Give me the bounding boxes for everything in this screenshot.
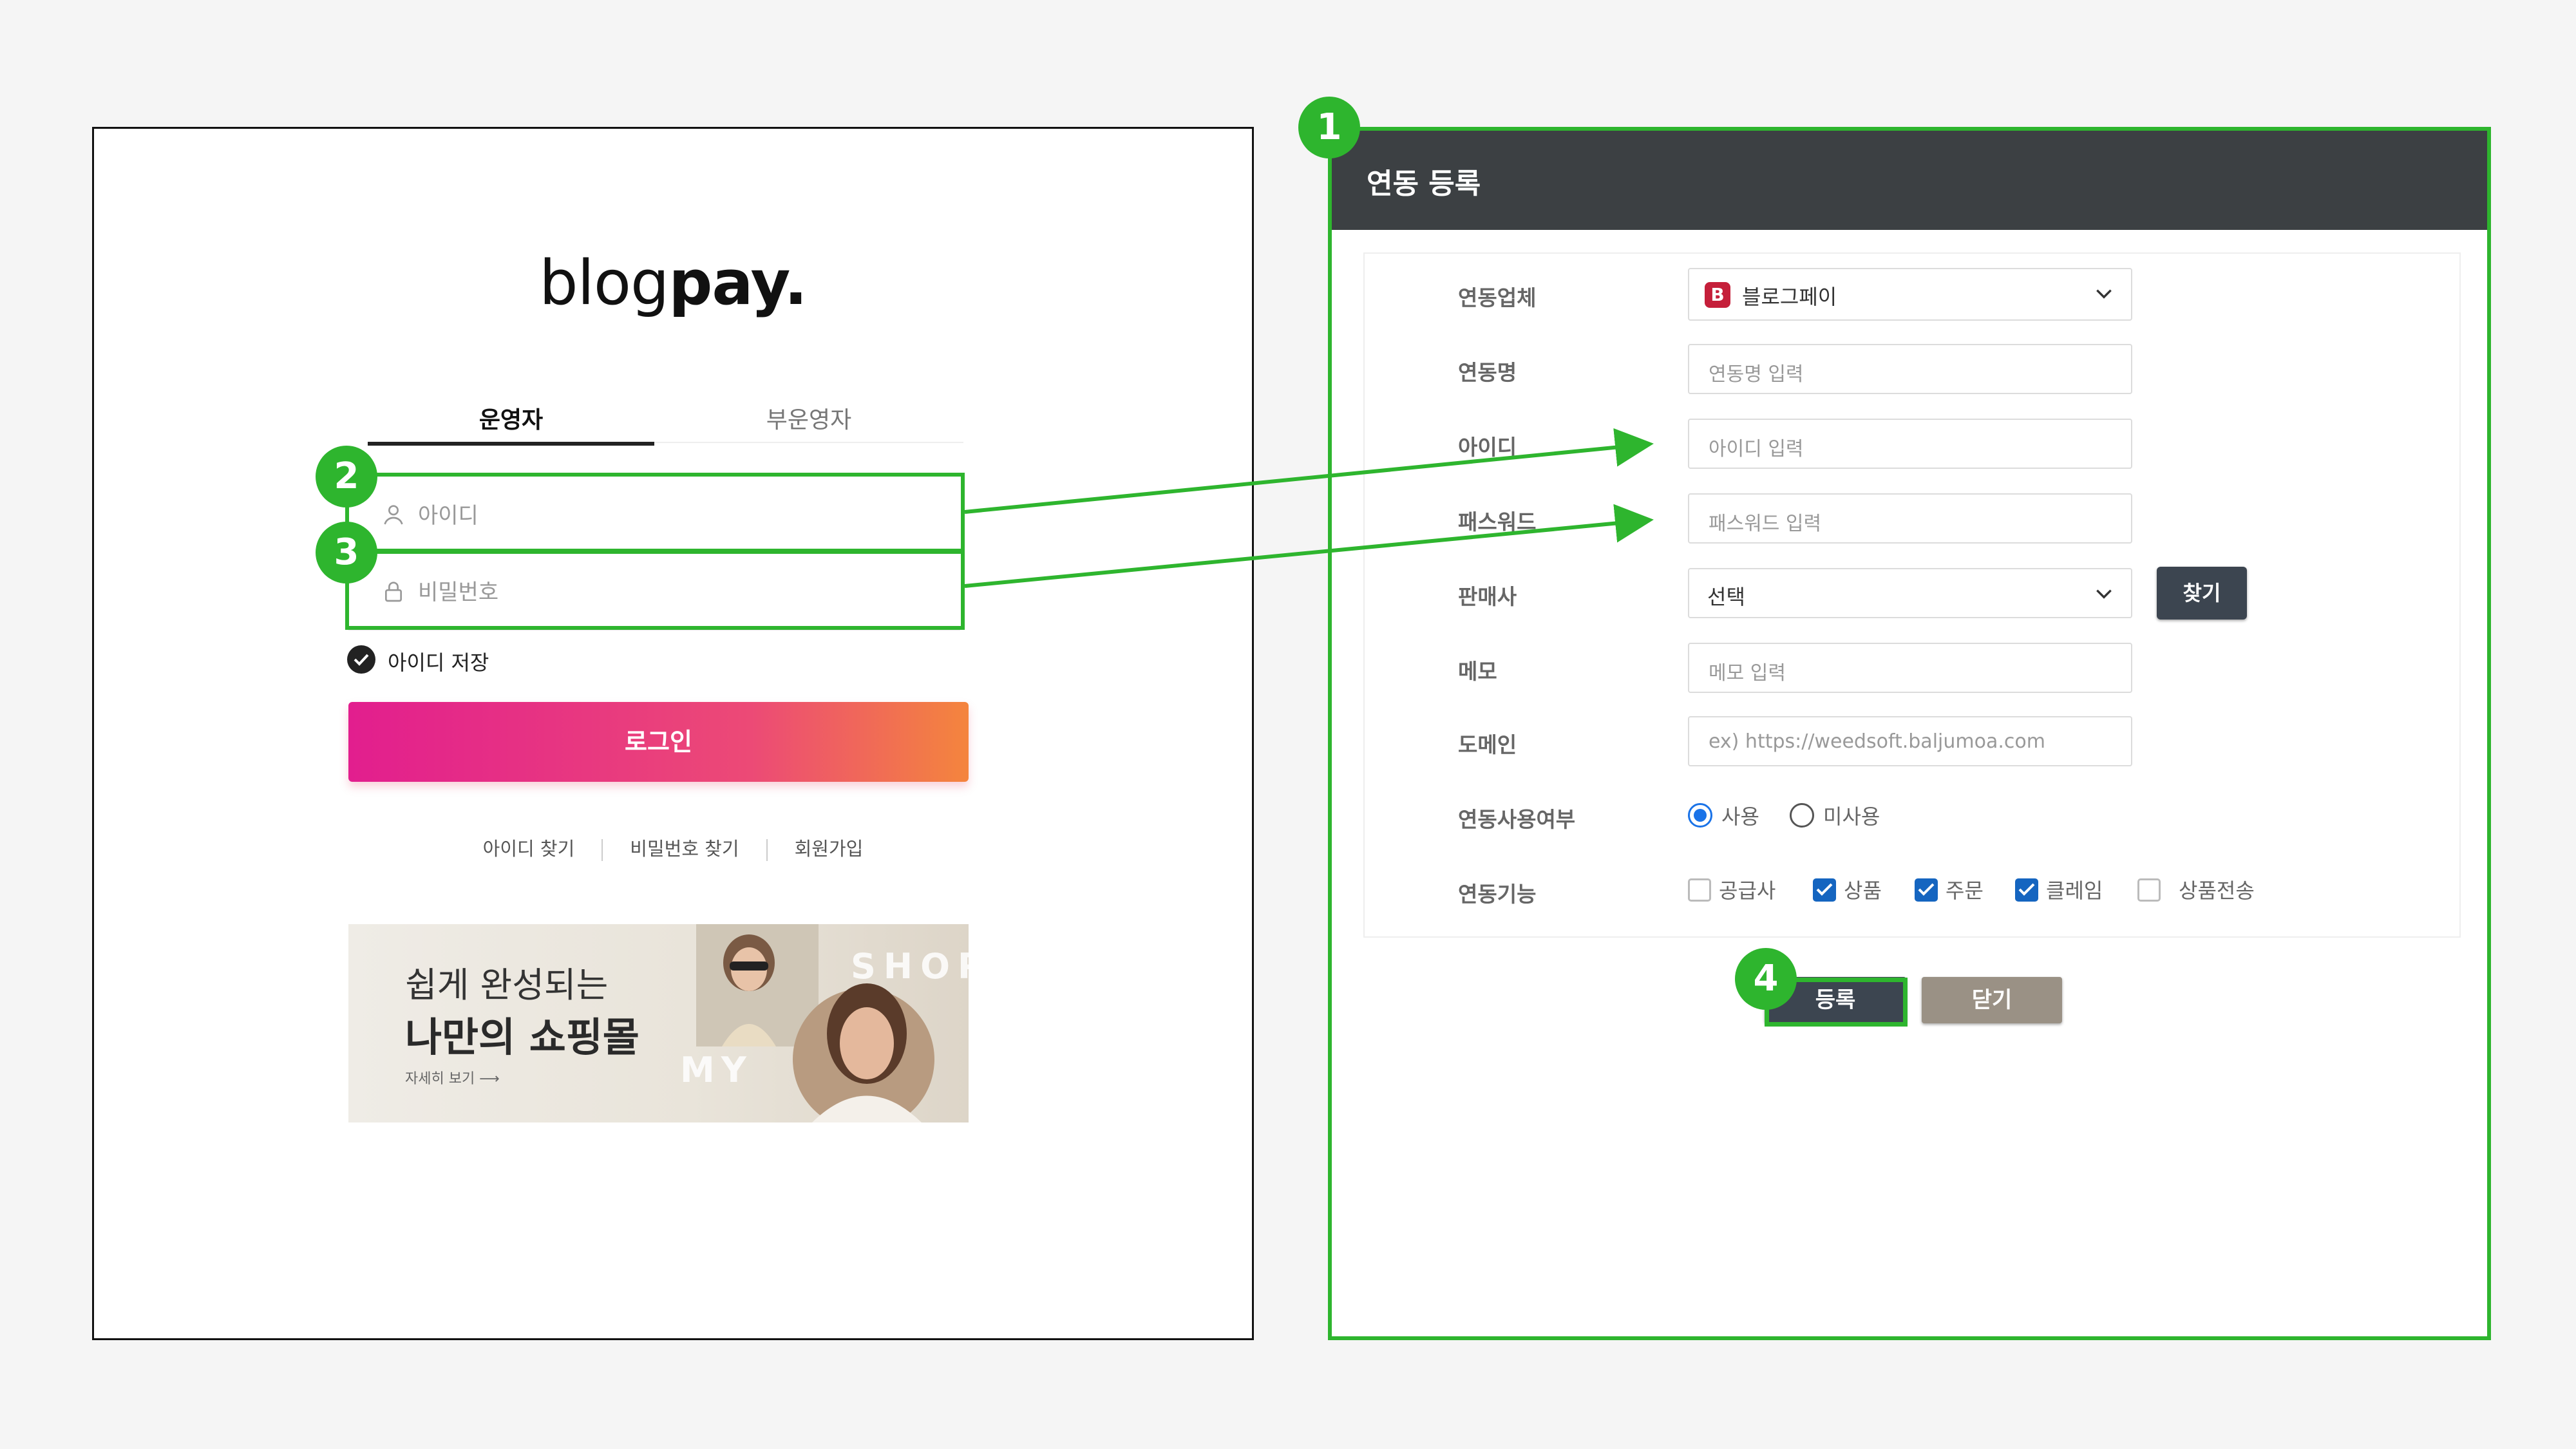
marker-1: 1	[1298, 97, 1360, 158]
marker-3: 3	[316, 522, 377, 583]
marker-2: 2	[316, 446, 377, 507]
arrow-password-link	[964, 504, 1654, 588]
marker-4: 4	[1735, 948, 1797, 1010]
arrow-id-link	[964, 428, 1654, 514]
annotation-arrows	[964, 428, 1654, 588]
